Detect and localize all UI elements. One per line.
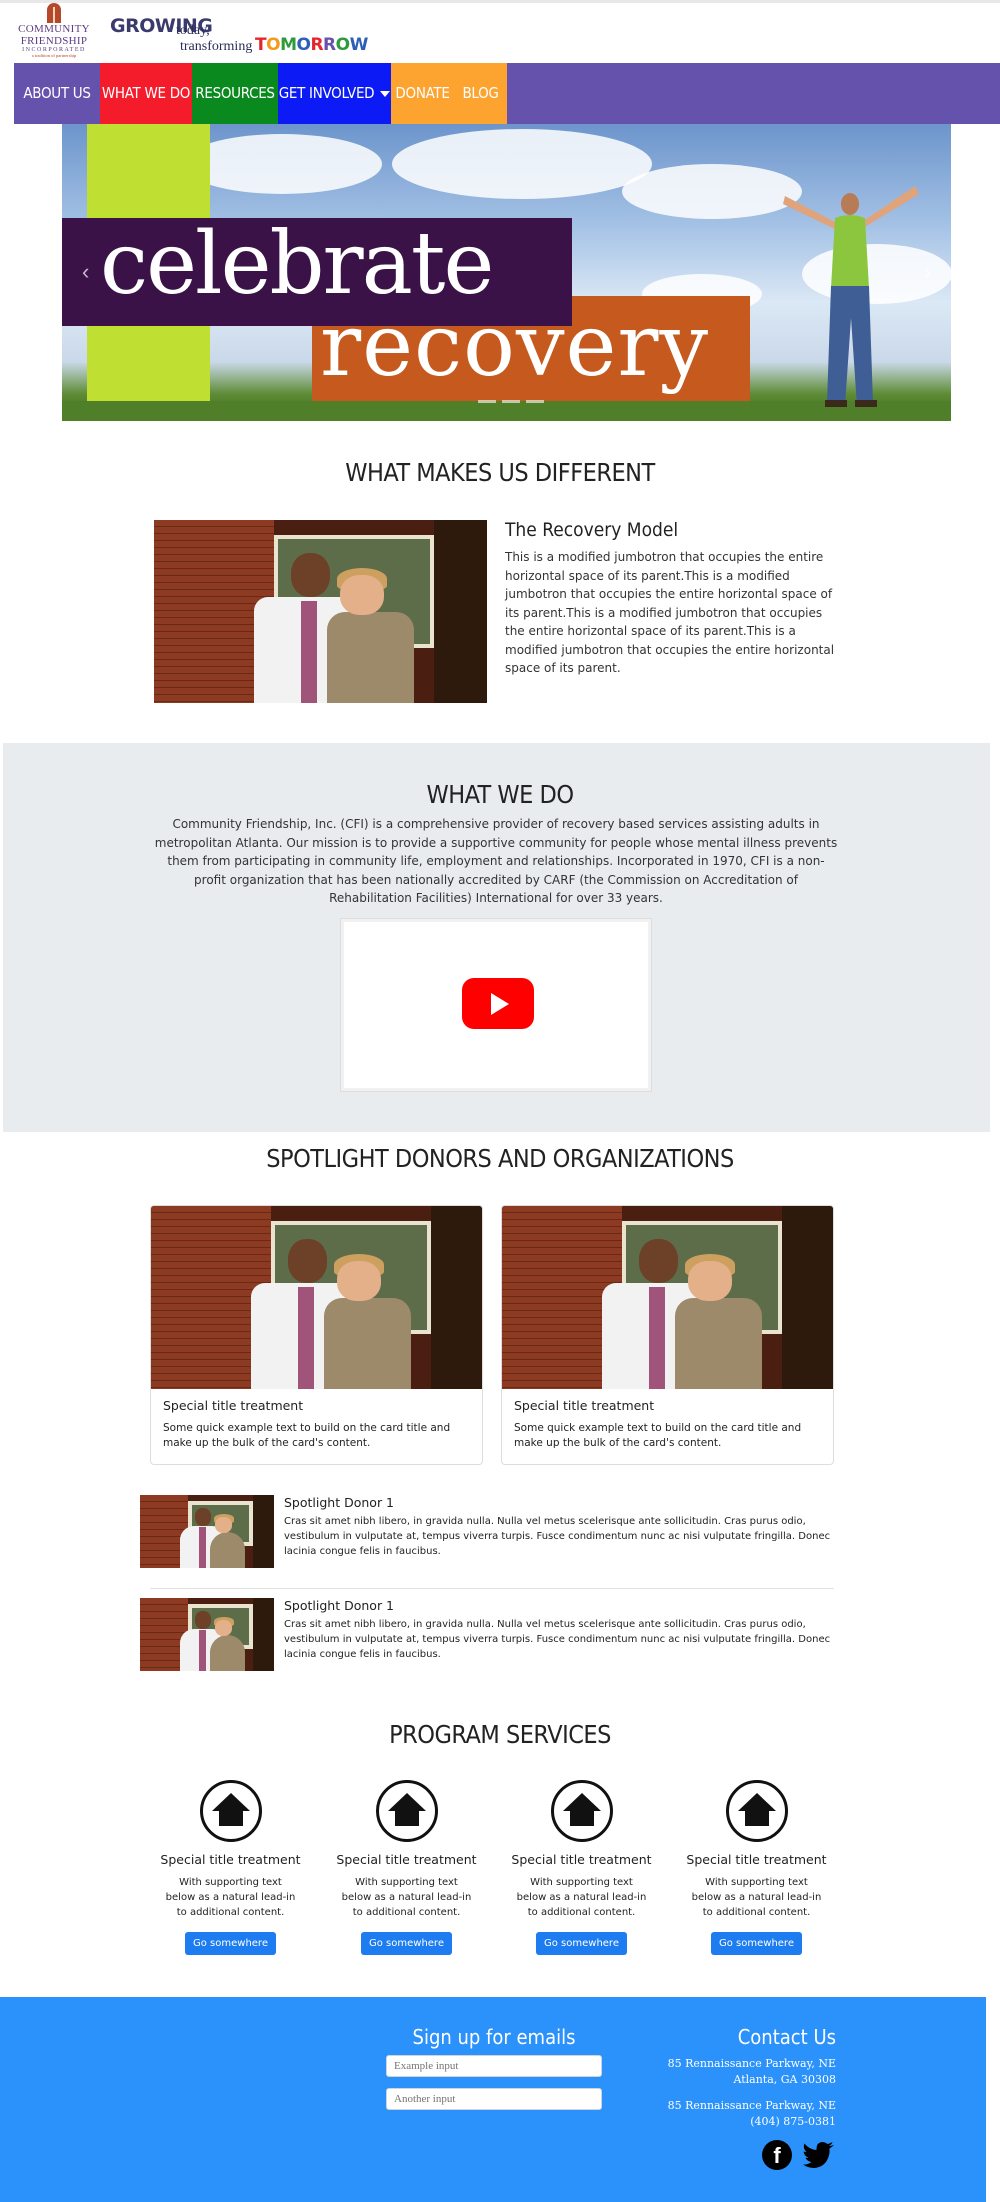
service-title: Special title treatment [160,1852,301,1867]
logo-line-4: a tradition of partnership [31,53,77,58]
nav-label: RESOURCES [195,84,275,102]
tagline-today: today, [176,23,210,38]
cloud [392,129,652,199]
spotlight-card: Special title treatment Some quick examp… [501,1205,834,1465]
donor-photo [140,1495,274,1568]
nav-about-us[interactable]: ABOUT US [14,63,100,124]
door-icon [47,3,61,23]
nav-label: ABOUT US [23,84,91,102]
different-heading: WHAT MAKES US DIFFERENT [345,458,655,487]
service-text: With supporting text below as a natural … [341,1877,472,1918]
tagline-transforming: transforming [180,39,253,54]
service-text: With supporting text below as a natural … [516,1877,647,1918]
card-text: Some quick example text to build on the … [163,1422,451,1449]
carousel-next-icon[interactable]: › [924,259,931,285]
home-icon [550,1780,613,1842]
go-somewhere-button[interactable]: Go somewhere [711,1932,802,1955]
youtube-play-icon[interactable] [462,978,534,1029]
go-somewhere-button[interactable]: Go somewhere [361,1932,452,1955]
card-title: Special title treatment [514,1398,655,1413]
home-icon [199,1780,262,1842]
nav-label: GET INVOLVED [278,84,375,102]
carousel-indicator[interactable] [526,400,544,403]
signup-heading: Sign up for emails [412,2025,576,2049]
nav-what-we-do[interactable]: WHAT WE DO [100,63,192,124]
card-text: Some quick example text to build on the … [514,1422,802,1449]
service-text: With supporting text below as a natural … [165,1877,296,1918]
site-footer: Sign up for emails Contact Us 85 Rennais… [0,1997,986,2202]
service-title: Special title treatment [336,1852,477,1867]
logo-line-2: FRIENDSHIP [20,35,88,47]
address-line: 85 Rennaissance Parkway, NE [667,2099,836,2112]
spotlight-heading: SPOTLIGHT DONORS AND ORGANIZATIONS [266,1144,734,1173]
go-somewhere-button[interactable]: Go somewhere [185,1932,276,1955]
contact-heading: Contact Us [737,2025,836,2049]
donor-text: Cras sit amet nibh libero, in gravida nu… [284,1516,831,1557]
cloud [182,134,382,194]
carousel-prev-icon[interactable]: ‹ [82,259,89,285]
card-photo [502,1206,833,1389]
service-item: Special title treatment With supporting … [494,1780,669,1955]
nav-get-involved[interactable]: GET INVOLVED [278,63,391,124]
facebook-icon[interactable]: f [762,2140,792,2170]
nav-label: BLOG [462,84,499,102]
carousel-indicator[interactable] [478,400,496,403]
services-heading: PROGRAM SERVICES [389,1720,611,1749]
what-we-do-text: Community Friendship, Inc. (CFI) is a co… [154,817,838,905]
nav-donate[interactable]: DONATE [391,63,454,124]
donor-photo [140,1598,274,1671]
spotlight-card: Special title treatment Some quick examp… [150,1205,483,1465]
recovery-model-title: The Recovery Model [505,519,679,541]
service-item: Special title treatment With supporting … [143,1780,318,1955]
phone-number: (404) 875-0381 [750,2115,836,2128]
donor-title: Spotlight Donor 1 [284,1495,395,1510]
community-friendship-logo[interactable]: COMMUNITY FRIENDSHIP INCORPORATED a trad… [14,3,94,63]
card-title: Special title treatment [163,1398,304,1413]
main-nav: ABOUT US WHAT WE DO RESOURCES GET INVOLV… [14,63,1000,124]
go-somewhere-button[interactable]: Go somewhere [536,1932,627,1955]
tagline-tomorrow: TOMORROW [255,35,368,55]
address-line: Atlanta, GA 30308 [733,2073,836,2086]
recovery-model-photo [154,520,487,703]
site-header: COMMUNITY FRIENDSHIP INCORPORATED a trad… [0,3,1000,63]
service-text: With supporting text below as a natural … [691,1877,822,1918]
email-input-1[interactable] [386,2055,602,2077]
tagline-logo: GROWING today, transforming TOMORROW [110,15,368,57]
home-icon [725,1780,788,1842]
service-title: Special title treatment [511,1852,652,1867]
twitter-icon[interactable] [803,2142,835,2168]
nav-label: WHAT WE DO [101,84,191,102]
donor-divider [150,1588,834,1589]
donor-text: Cras sit amet nibh libero, in gravida nu… [284,1619,831,1660]
donor-title: Spotlight Donor 1 [284,1598,395,1613]
address-line: 85 Rennaissance Parkway, NE [667,2057,836,2070]
video-embed[interactable] [341,919,651,1091]
caret-down-icon [380,90,391,97]
nav-label: DONATE [395,84,450,102]
service-item: Special title treatment With supporting … [319,1780,494,1955]
service-item: Special title treatment With supporting … [669,1780,844,1955]
carousel-indicator[interactable] [502,400,520,403]
service-title: Special title treatment [686,1852,827,1867]
nav-blog[interactable]: BLOG [454,63,507,124]
card-photo [151,1206,482,1389]
hero-carousel: celebrate recovery ‹ › [62,124,951,421]
person-arms-raised [783,186,919,407]
nav-resources[interactable]: RESOURCES [192,63,278,124]
hero-word-recovery: recovery [320,296,710,396]
email-input-2[interactable] [386,2088,602,2110]
what-we-do-heading: WHAT WE DO [426,780,574,809]
logo-line-1: COMMUNITY [18,23,90,35]
home-icon [375,1780,438,1842]
recovery-model-text: This is a modified jumbotron that occupi… [505,550,835,675]
